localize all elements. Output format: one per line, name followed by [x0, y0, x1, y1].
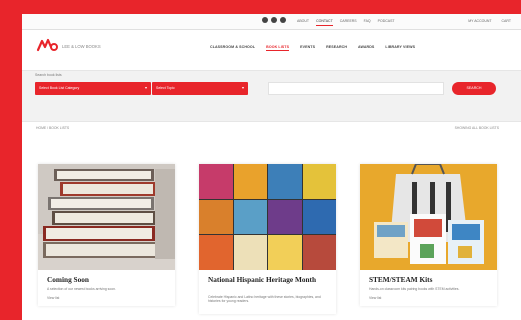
- chevron-down-icon: ▾: [144, 85, 147, 90]
- card-description: Hands-on classroom kits pairing books wi…: [369, 287, 460, 291]
- account-links: MY ACCOUNT CART: [468, 18, 511, 24]
- card-image-books[interactable]: [38, 164, 175, 270]
- my-account-link[interactable]: MY ACCOUNT: [468, 18, 491, 24]
- utility-link[interactable]: ABOUT: [297, 18, 309, 26]
- card-image-stem-kits[interactable]: [360, 164, 497, 270]
- results-count: SHOWING ALL BOOK LISTS: [454, 126, 499, 130]
- card-title[interactable]: STEM/STEAM Kits: [369, 276, 489, 284]
- twitter-icon[interactable]: [280, 17, 286, 23]
- instagram-icon[interactable]: [271, 17, 277, 23]
- topic-select-value: Select Topic: [156, 86, 175, 90]
- book-list-card[interactable]: National Hispanic Heritage Month Celebra…: [199, 164, 336, 314]
- topic-select[interactable]: Select Topic ▾: [152, 82, 248, 95]
- category-select[interactable]: Select Book List Category ▾: [35, 82, 151, 95]
- utility-link[interactable]: PODCAST: [378, 18, 395, 26]
- search-label: Search book lists: [35, 73, 62, 77]
- card-description: Celebrate Hispanic and Latino heritage w…: [208, 295, 321, 304]
- cart-link[interactable]: CART: [502, 18, 511, 24]
- book-list-card[interactable]: Coming Soon A selection of our newest bo…: [38, 164, 175, 306]
- nav-item[interactable]: LIBRARY VIEWS: [385, 45, 415, 51]
- keyword-input[interactable]: [268, 82, 444, 95]
- nav-item[interactable]: CLASSROOM & SCHOOL: [210, 45, 255, 51]
- card-title[interactable]: National Hispanic Heritage Month: [208, 276, 328, 284]
- facebook-icon[interactable]: [262, 17, 268, 23]
- utility-link[interactable]: CONTACT: [316, 18, 333, 26]
- utility-links: ABOUT CONTACT CAREERS FAQ PODCAST: [297, 18, 395, 26]
- nav-item[interactable]: AWARDS: [358, 45, 374, 51]
- card-description: A selection of our newest books arriving…: [47, 287, 116, 291]
- utility-bar: ABOUT CONTACT CAREERS FAQ PODCAST MY ACC…: [22, 14, 521, 30]
- search-panel: [22, 70, 521, 122]
- webpage: ABOUT CONTACT CAREERS FAQ PODCAST MY ACC…: [22, 14, 521, 320]
- category-select-value: Select Book List Category: [39, 86, 80, 90]
- search-button[interactable]: SEARCH: [452, 82, 496, 95]
- utility-link[interactable]: CAREERS: [340, 18, 357, 26]
- card-more-link[interactable]: View list: [47, 296, 59, 300]
- book-list-card[interactable]: STEM/STEAM Kits Hands-on classroom kits …: [360, 164, 497, 306]
- nav-item[interactable]: EVENTS: [300, 45, 315, 51]
- main-nav: CLASSROOM & SCHOOL BOOK LISTS EVENTS RES…: [210, 45, 415, 51]
- utility-link[interactable]: FAQ: [364, 18, 371, 26]
- card-title[interactable]: Coming Soon: [47, 276, 167, 284]
- logo-text[interactable]: LEE & LOW BOOKS: [62, 44, 101, 49]
- nav-item[interactable]: RESEARCH: [326, 45, 347, 51]
- logo-icon[interactable]: [36, 38, 58, 52]
- social-icons: [262, 17, 286, 23]
- chevron-down-icon: ▾: [241, 85, 244, 90]
- card-image-book-covers[interactable]: [199, 164, 336, 270]
- nav-item-active[interactable]: BOOK LISTS: [266, 45, 290, 51]
- breadcrumb[interactable]: HOME / BOOK LISTS: [36, 126, 69, 130]
- card-more-link[interactable]: View list: [369, 296, 381, 300]
